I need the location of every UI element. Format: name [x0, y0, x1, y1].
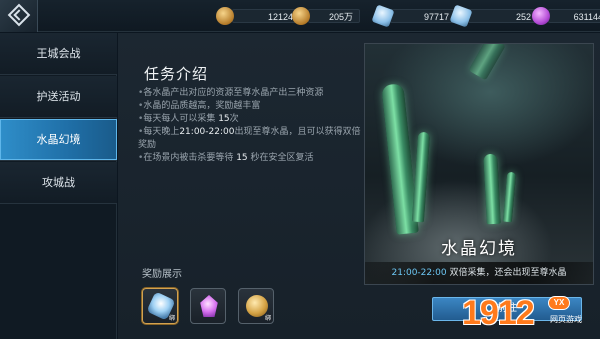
- task-description: •各水晶产出对应的资源至尊水晶产出三种资源 •水晶的品质越高，奖励越丰富 •每天…: [138, 87, 363, 165]
- task-line: •每天晚上21:00-22:00出现至尊水晶，且可以获得双倍奖励: [138, 127, 361, 150]
- artwork-caption: 21:00-22:00 双倍采集，还会出现至尊水晶: [365, 262, 593, 284]
- sidebar-item-king-city-battle[interactable]: 王城会战: [0, 33, 117, 75]
- top-bar: 12124 205万 97717 252 631144: [0, 0, 600, 32]
- crystal-shard-image: [468, 44, 506, 81]
- sidebar-item-escort[interactable]: 护送活动: [0, 76, 117, 118]
- crystal-shard-image: [502, 171, 517, 223]
- task-line: •在场景内被击杀要等待 15 秒在安全区复活: [138, 153, 314, 163]
- reward-item-gold-coin[interactable]: 绑: [238, 288, 274, 324]
- resource-gold-value: 12124: [267, 12, 293, 22]
- site-watermark-logo: 1912 YX 网页游戏: [462, 294, 582, 332]
- back-arrow-icon: [7, 3, 31, 27]
- artwork-title: 水晶幻境: [441, 239, 517, 259]
- sidebar: 王城会战 护送活动 水晶幻境 攻城战: [0, 33, 117, 339]
- silver-crystal-icon: [371, 4, 395, 28]
- copper-coin-icon: [292, 7, 310, 25]
- task-line: •各水晶产出对应的资源至尊水晶产出三种资源: [138, 88, 324, 98]
- sidebar-item-crystal-realm[interactable]: 水晶幻境: [0, 119, 117, 161]
- reward-item-pink-crystal[interactable]: [190, 288, 226, 324]
- resource-copper-value: 205万: [328, 12, 353, 22]
- crystal-realm-artwork: 水晶幻境 21:00-22:00 双倍采集，还会出现至尊水晶: [364, 43, 594, 285]
- reward-title: 奖励展示: [142, 269, 182, 280]
- task-line: •每天每人可以采集 15次: [138, 114, 239, 124]
- crystal-shard-image: [483, 153, 501, 225]
- purple-gem-icon: [532, 7, 550, 25]
- back-button[interactable]: [0, 0, 38, 32]
- sidebar-item-siege[interactable]: 攻城战: [0, 162, 117, 204]
- resource-blue-crystal-value: 252: [515, 12, 531, 22]
- task-line: •水晶的品质越高，奖励越丰富: [138, 101, 261, 111]
- bound-tag: 绑: [168, 315, 175, 322]
- bound-tag: 绑: [264, 315, 271, 322]
- pink-crystal-reward-icon: [200, 295, 218, 317]
- resource-silver-crystal-value: 97717: [423, 12, 449, 22]
- reward-item-crystal[interactable]: 绑: [142, 288, 178, 324]
- task-title: 任务介绍: [144, 65, 209, 83]
- gold-coin-icon: [216, 7, 234, 25]
- crystal-shard-image: [411, 131, 431, 223]
- resource-purple-gem-value: 631144: [573, 12, 600, 22]
- blue-crystal-icon: [449, 4, 473, 28]
